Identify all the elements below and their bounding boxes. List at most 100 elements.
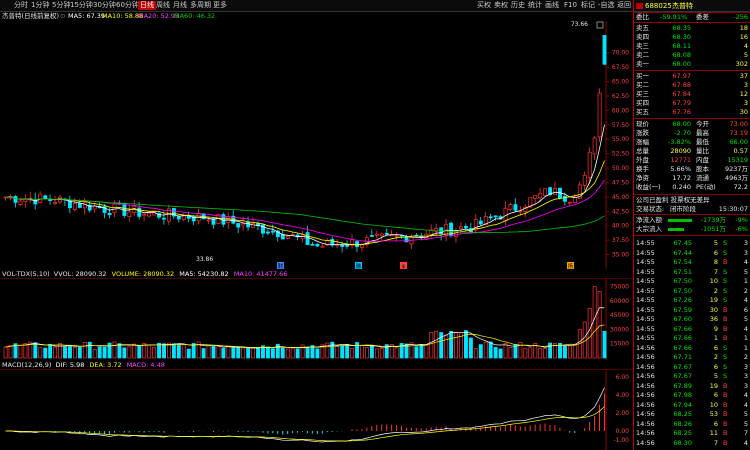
tick-row: 14:55 67.66 9 B 4 bbox=[634, 325, 750, 334]
tick-volume: 6 bbox=[713, 391, 718, 399]
tab-weekly[interactable]: 周线 bbox=[156, 1, 170, 10]
volume-bar bbox=[127, 346, 132, 359]
btn-mark[interactable]: 标记 bbox=[581, 1, 595, 10]
volume-bar bbox=[117, 343, 122, 359]
volume-bar bbox=[454, 332, 459, 359]
ask-row[interactable]: 卖二 68.08 5 bbox=[634, 51, 750, 60]
maximize-icon[interactable] bbox=[596, 21, 604, 29]
stat-row: 涨跌 -2.70 最高 73.19 bbox=[634, 129, 750, 138]
tab-1min[interactable]: 1分钟 bbox=[31, 1, 49, 10]
tick-count: 1 bbox=[743, 343, 748, 352]
tab-monthly[interactable]: 月线 bbox=[173, 1, 187, 10]
divider bbox=[634, 70, 750, 71]
tab-fenshi[interactable]: 分时 bbox=[14, 1, 28, 10]
volume-bar bbox=[102, 346, 107, 359]
macd-axis-label: 0.00 bbox=[616, 428, 630, 435]
stat-row: 外盘 12771 内盘 15319 bbox=[634, 156, 750, 165]
price-axis-label: 50.00 bbox=[612, 165, 629, 172]
stock-header: 688025 杰普特 bbox=[634, 1, 750, 11]
candlestick-chart[interactable]: 70.00 67.50 65.00 62.50 60.00 57.50 55.00 52.50… bbox=[0, 21, 632, 269]
tick-count: 3 bbox=[743, 248, 748, 257]
tick-count: 4 bbox=[743, 324, 748, 333]
tab-multi-period[interactable]: 多周期 bbox=[190, 1, 211, 10]
tab-15min[interactable]: 15分钟 bbox=[70, 1, 93, 10]
macd-axis-label: -1.00 bbox=[613, 437, 629, 444]
tab-more[interactable]: 更多 bbox=[213, 1, 227, 10]
bid-price: 67.84 bbox=[672, 90, 691, 98]
bid-row[interactable]: 买四 67.79 3 bbox=[634, 99, 750, 108]
tick-price: 68.25 bbox=[673, 410, 692, 418]
volume-bar bbox=[87, 341, 92, 359]
stock-name: 杰普特 bbox=[672, 2, 693, 10]
ask-row[interactable]: 卖一 68.00 302 bbox=[634, 60, 750, 69]
btn-history[interactable]: 历史 bbox=[511, 1, 525, 10]
candle bbox=[538, 193, 543, 199]
volume-bar bbox=[241, 347, 246, 359]
stock-code: 688025 bbox=[645, 2, 672, 10]
ask-row[interactable]: 卖四 68.30 16 bbox=[634, 33, 750, 42]
tick-side: S bbox=[723, 286, 728, 295]
volume-bar bbox=[216, 346, 221, 359]
candle bbox=[543, 188, 548, 197]
ask-row[interactable]: 卖五 68.35 18 bbox=[634, 24, 750, 33]
stat-label: 净资 bbox=[636, 174, 649, 182]
tick-row: 14:56 68.30 7 B 4 bbox=[634, 439, 750, 448]
vol-ma5-value: MA5: 54230.82 bbox=[179, 270, 229, 278]
webi-value: -59.91% bbox=[660, 13, 688, 21]
tick-volume: 36 bbox=[709, 315, 718, 323]
ma-settings-icon[interactable]: ⊙ bbox=[60, 11, 65, 21]
btn-back[interactable]: 返回 bbox=[617, 1, 631, 10]
volume-bar bbox=[424, 344, 429, 359]
btn-call[interactable]: 买权 bbox=[477, 1, 491, 10]
kcb-badge-icon bbox=[636, 3, 643, 9]
tab-5min[interactable]: 5分钟 bbox=[52, 1, 70, 10]
tick-row: 14:55 67.44 6 S 3 bbox=[634, 249, 750, 258]
stat-label: 收益(一) bbox=[636, 183, 661, 191]
status-value: 闭市阶段 bbox=[670, 205, 696, 213]
volume-bar bbox=[82, 342, 87, 359]
stat-value: 73.19 bbox=[729, 129, 748, 137]
tab-daily[interactable]: 日线 bbox=[138, 1, 156, 10]
ask-row[interactable]: 卖三 68.11 4 bbox=[634, 42, 750, 51]
tick-volume: 10 bbox=[709, 400, 718, 409]
tick-count: 2 bbox=[743, 286, 748, 295]
btn-put[interactable]: 卖权 bbox=[494, 1, 508, 10]
btn-remove-watchlist[interactable]: -自选 bbox=[598, 1, 615, 10]
btn-draw[interactable]: 画线 bbox=[545, 1, 559, 10]
bid-row[interactable]: 买五 67.76 30 bbox=[634, 108, 750, 117]
bid-row[interactable]: 买二 67.88 3 bbox=[634, 81, 750, 90]
candle bbox=[176, 215, 181, 220]
tick-count: 6 bbox=[743, 305, 748, 314]
tick-count: 5 bbox=[743, 419, 748, 428]
bid-row[interactable]: 买三 67.84 12 bbox=[634, 90, 750, 99]
tick-count: 3 bbox=[743, 362, 748, 371]
volume-chart[interactable]: 75000 60000 45000 30000 15000 bbox=[0, 278, 632, 360]
tab-60min[interactable]: 60分钟 bbox=[116, 1, 139, 10]
stat-label: 最低 bbox=[696, 138, 709, 146]
bid-row[interactable]: 买一 67.97 37 bbox=[634, 72, 750, 81]
volume-axis-label: 60000 bbox=[610, 298, 629, 305]
tick-row: 14:56 67.67 6 S 3 bbox=[634, 363, 750, 372]
volume-bar bbox=[340, 345, 345, 359]
price-axis-label: 62.50 bbox=[612, 93, 629, 100]
btn-stats[interactable]: 统计 bbox=[528, 1, 542, 10]
candle bbox=[147, 212, 152, 217]
tick-volume: 5 bbox=[713, 372, 718, 380]
webi-row: 委比 -59.91% 委差 -256 bbox=[634, 13, 750, 22]
macd-chart[interactable]: 6.00 4.00 2.00 0.00 -1.00 bbox=[0, 369, 632, 450]
btn-f10[interactable]: F10 bbox=[564, 1, 577, 10]
ask-label: 卖三 bbox=[636, 42, 649, 50]
candle bbox=[310, 243, 315, 246]
ask-vol: 302 bbox=[735, 60, 748, 68]
tab-30min[interactable]: 30分钟 bbox=[93, 1, 116, 10]
tick-count: 4 bbox=[743, 438, 748, 447]
volume-bar bbox=[162, 343, 166, 359]
tick-volume: 30 bbox=[709, 305, 718, 314]
volume-bar bbox=[246, 347, 251, 359]
tick-row: 14:56 68.26 6 B 5 bbox=[634, 420, 750, 429]
volume-axis-label: 15000 bbox=[610, 341, 629, 348]
candle bbox=[379, 233, 384, 237]
volume-bar bbox=[8, 345, 13, 359]
tick-side: B bbox=[723, 258, 728, 266]
volume-bar bbox=[543, 348, 548, 359]
